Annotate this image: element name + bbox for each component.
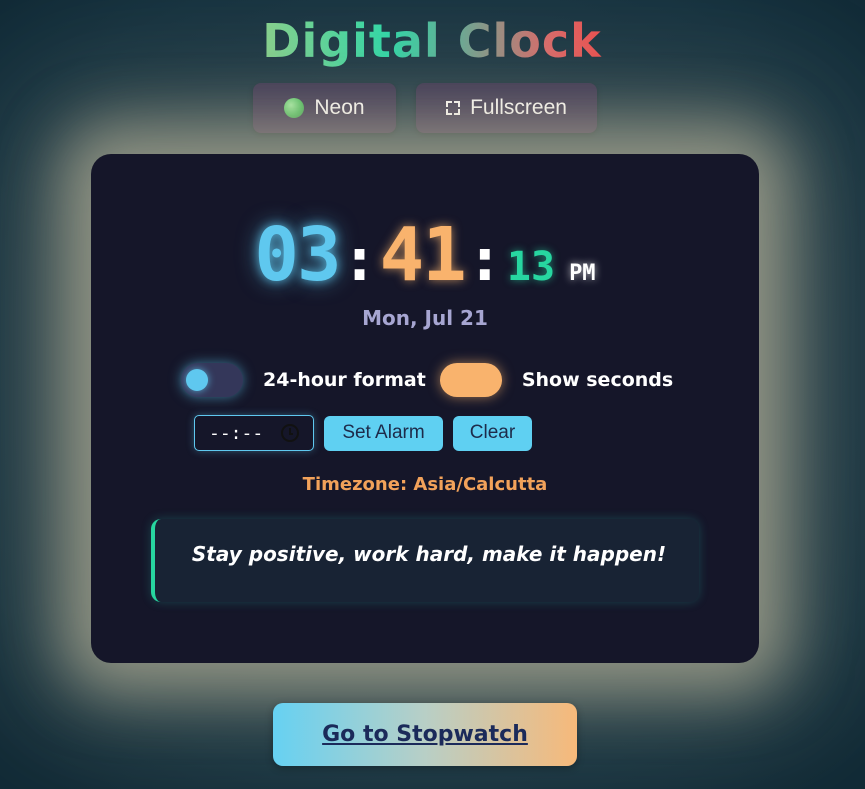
alarm-time-value: --:-- (209, 422, 264, 444)
clock-icon[interactable] (281, 424, 299, 442)
quote-text: Stay positive, work hard, make it happen… (191, 542, 667, 566)
clear-alarm-button[interactable]: Clear (453, 415, 532, 451)
ampm-indicator: PM (569, 261, 596, 286)
timezone-label: Timezone: Asia/Calcutta (302, 474, 548, 495)
time-separator: : (466, 225, 503, 295)
stopwatch-link-label[interactable]: Go to Stopwatch (322, 722, 528, 747)
theme-button[interactable]: Neon (253, 83, 396, 133)
seconds-value: 13 (506, 244, 556, 290)
set-alarm-button[interactable]: Set Alarm (324, 415, 443, 451)
stopwatch-link-button[interactable]: Go to Stopwatch (273, 703, 577, 766)
page-title: Digital Clock (252, 14, 612, 68)
time-separator: : (341, 225, 378, 295)
quote-box: Stay positive, work hard, make it happen… (151, 519, 699, 602)
alarm-time-input[interactable]: --:-- (194, 415, 314, 451)
24h-format-toggle[interactable] (181, 363, 243, 397)
top-controls: Neon Fullscreen (253, 83, 597, 133)
toggle-knob (186, 369, 208, 391)
green-dot-icon (284, 98, 305, 118)
show-seconds-label: Show seconds (521, 369, 674, 391)
alarm-controls: --:-- Set Alarm Clear (194, 415, 532, 451)
fullscreen-label: Fullscreen (470, 96, 567, 119)
clock-card: 03 : 41 : 13 PM Mon, Jul 21 24-hour form… (91, 154, 759, 663)
time-display: 03 : 41 : 13 PM (91, 212, 759, 298)
24h-format-label: 24-hour format (263, 369, 426, 391)
minutes-value: 41 (379, 212, 467, 298)
hours-value: 03 (254, 212, 341, 298)
date-display: Mon, Jul 21 (362, 306, 488, 330)
fullscreen-button[interactable]: Fullscreen (416, 83, 597, 133)
format-toggles: 24-hour format Show seconds (181, 363, 673, 397)
fullscreen-icon (446, 101, 461, 115)
show-seconds-toggle[interactable] (439, 363, 502, 397)
theme-label: Neon (314, 96, 365, 119)
